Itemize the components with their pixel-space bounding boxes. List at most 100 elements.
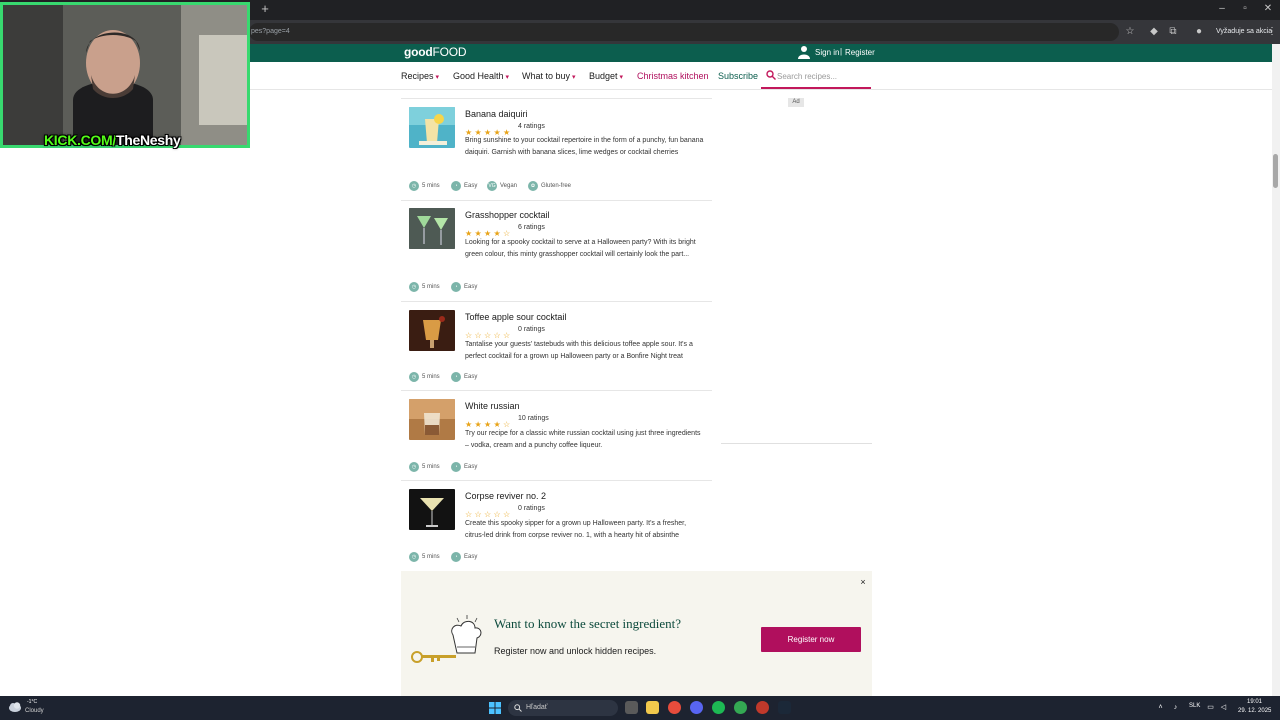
recipe-card-corpse-reviver-2[interactable]: Corpse reviver no. 2 ☆ ☆ ☆ ☆ ☆ 0 ratings Cre… bbox=[401, 481, 712, 571]
ratings-count: 0 ratings bbox=[518, 505, 545, 512]
clock-date[interactable]: 29. 12. 2025 bbox=[1238, 708, 1271, 714]
user-icon[interactable] bbox=[798, 45, 810, 59]
chevron-up-icon[interactable]: ˄ bbox=[1156, 703, 1165, 712]
sign-in-link[interactable]: Sign in bbox=[815, 48, 839, 57]
nav-budget-label: Budget bbox=[589, 71, 618, 81]
taskbar-search-input[interactable]: Hľadať bbox=[508, 700, 618, 716]
nav-what-to-buy-label: What to buy bbox=[522, 71, 571, 81]
recipe-thumbnail[interactable] bbox=[409, 399, 455, 440]
cook-time-label: 5 mins bbox=[422, 374, 440, 380]
puzzle-icon[interactable]: ⧉ bbox=[1166, 25, 1180, 39]
clock-icon: ◷ bbox=[409, 372, 419, 382]
kick-channel-name: TheNeshy bbox=[115, 132, 181, 148]
nav-recipes-label: Recipes bbox=[401, 71, 434, 81]
recipe-title[interactable]: Grasshopper cocktail bbox=[465, 210, 550, 220]
network-icon[interactable]: ▭ bbox=[1206, 703, 1215, 712]
steam-icon[interactable] bbox=[778, 701, 791, 714]
skill-level-label: Easy bbox=[464, 464, 478, 470]
task-view-icon[interactable] bbox=[625, 701, 638, 714]
close-icon[interactable]: × bbox=[858, 577, 868, 587]
recipe-card-banana-daiquiri[interactable]: Banana daiquiri ★ ★ ★ ★ ★ 4 ratings Bring su… bbox=[401, 100, 712, 201]
nav-budget[interactable]: Budget ▾ bbox=[589, 71, 623, 81]
new-tab-button[interactable]: + bbox=[258, 2, 272, 16]
chrome-icon[interactable] bbox=[668, 701, 681, 714]
recipe-card-white-russian[interactable]: White russian ★ ★ ★ ★ ☆ 10 ratings Try our r… bbox=[401, 391, 712, 481]
microphone-icon[interactable]: ♪ bbox=[1171, 703, 1180, 712]
windows-start-icon[interactable] bbox=[489, 702, 501, 714]
gluten-free-icon: ✿ bbox=[528, 181, 538, 191]
cook-time-label: 5 mins bbox=[422, 464, 440, 470]
diet-vegan-label: Vegan bbox=[500, 183, 518, 189]
language-indicator[interactable]: SLK bbox=[1189, 703, 1200, 709]
nav-what-to-buy[interactable]: What to buy ▾ bbox=[522, 71, 576, 81]
skill-icon: ◔ bbox=[451, 462, 461, 472]
ratings-count: 6 ratings bbox=[518, 224, 545, 231]
star-rating: ☆ ☆ ☆ ☆ ☆ bbox=[465, 504, 513, 519]
minimize-button[interactable]: – bbox=[1213, 3, 1231, 14]
goodfood-logo[interactable]: goodFOOD bbox=[404, 45, 467, 59]
close-window-button[interactable]: ✕ bbox=[1259, 3, 1277, 14]
profile-avatar-icon[interactable]: ● bbox=[1192, 25, 1206, 39]
clock-time[interactable]: 19:01 bbox=[1247, 699, 1262, 705]
register-now-button[interactable]: Register now bbox=[761, 627, 861, 652]
skill-level-label: Easy bbox=[464, 183, 478, 189]
cloud-icon[interactable] bbox=[8, 701, 22, 713]
chrome-active-icon[interactable] bbox=[734, 701, 747, 714]
chevron-down-icon: ▾ bbox=[619, 74, 624, 81]
star-rating: ★ ★ ★ ★ ★ bbox=[465, 122, 513, 137]
spotify-icon[interactable] bbox=[712, 701, 725, 714]
skill-icon: ◔ bbox=[451, 282, 461, 292]
skill-icon: ◔ bbox=[451, 181, 461, 191]
recipe-title[interactable]: White russian bbox=[465, 401, 520, 411]
vegan-icon: VG bbox=[487, 181, 497, 191]
discord-icon[interactable] bbox=[690, 701, 703, 714]
bookmark-star-icon[interactable]: ☆ bbox=[1123, 25, 1137, 39]
key-chef-hat-illustration bbox=[411, 615, 482, 663]
recipe-title[interactable]: Corpse reviver no. 2 bbox=[465, 491, 546, 501]
clock-icon: ◷ bbox=[409, 282, 419, 292]
register-promo-banner: × Want to know the secret ingredient? Re… bbox=[401, 571, 872, 696]
cook-time: ◷ 5 mins bbox=[409, 552, 440, 562]
volume-icon[interactable]: ◁ bbox=[1219, 703, 1228, 712]
star-rating: ★ ★ ★ ★ ☆ bbox=[465, 414, 513, 429]
page-scrollbar[interactable] bbox=[1272, 44, 1280, 696]
cook-time: ◷ 5 mins bbox=[409, 462, 440, 472]
recipe-meta: ◷ 5 mins ◔ Easy VG Vegan ✿ Gluten-free bbox=[409, 181, 709, 193]
nav-christmas-kitchen[interactable]: Christmas kitchen bbox=[637, 71, 709, 81]
recipe-meta: ◷ 5 mins ◔ Easy bbox=[409, 462, 709, 474]
recipe-title[interactable]: Toffee apple sour cocktail bbox=[465, 312, 566, 322]
clock-icon: ◷ bbox=[409, 462, 419, 472]
recipe-card-toffee-apple-sour[interactable]: Toffee apple sour cocktail ☆ ☆ ☆ ☆ ☆ 0 ratin… bbox=[401, 302, 712, 391]
recipe-thumbnail[interactable] bbox=[409, 208, 455, 249]
ad-divider bbox=[721, 443, 872, 444]
skill-level-label: Easy bbox=[464, 284, 478, 290]
maximize-button[interactable]: ▫ bbox=[1236, 3, 1254, 14]
nav-good-health[interactable]: Good Health ▾ bbox=[453, 71, 509, 81]
promo-title: Want to know the secret ingredient? bbox=[494, 616, 682, 631]
address-bar[interactable]: pes?page=4 bbox=[249, 23, 1119, 41]
list-divider bbox=[401, 98, 712, 99]
browser-menu-icon[interactable]: ⋮ bbox=[1265, 25, 1279, 39]
scrollbar-thumb[interactable] bbox=[1273, 154, 1278, 188]
file-explorer-icon[interactable] bbox=[646, 701, 659, 714]
cook-time-label: 5 mins bbox=[422, 554, 440, 560]
skill-level: ◔ Easy bbox=[451, 552, 477, 562]
app-icon[interactable] bbox=[756, 701, 769, 714]
recipe-title[interactable]: Banana daiquiri bbox=[465, 109, 528, 119]
recipe-thumbnail[interactable] bbox=[409, 107, 455, 148]
register-link[interactable]: Register bbox=[845, 48, 875, 57]
diet-gluten-free-label: Gluten-free bbox=[541, 183, 572, 189]
cook-time-label: 5 mins bbox=[422, 284, 440, 290]
search-icon[interactable] bbox=[766, 70, 776, 80]
recipe-thumbnail[interactable] bbox=[409, 489, 455, 530]
nav-subscribe[interactable]: Subscribe bbox=[718, 71, 758, 81]
weather-temperature: -1°C bbox=[27, 699, 38, 705]
recipe-meta: ◷ 5 mins ◔ Easy bbox=[409, 282, 709, 294]
recipe-thumbnail[interactable] bbox=[409, 310, 455, 351]
recipe-description: Try our recipe for a classic white russi… bbox=[465, 430, 701, 449]
search-input[interactable] bbox=[777, 69, 867, 83]
recipe-card-grasshopper-cocktail[interactable]: Grasshopper cocktail ★ ★ ★ ★ ☆ 6 ratings Loo… bbox=[401, 201, 712, 302]
skill-icon: ◔ bbox=[451, 552, 461, 562]
nav-recipes[interactable]: Recipes ▾ bbox=[401, 71, 439, 81]
extension-icon[interactable]: ◆ bbox=[1147, 25, 1161, 39]
